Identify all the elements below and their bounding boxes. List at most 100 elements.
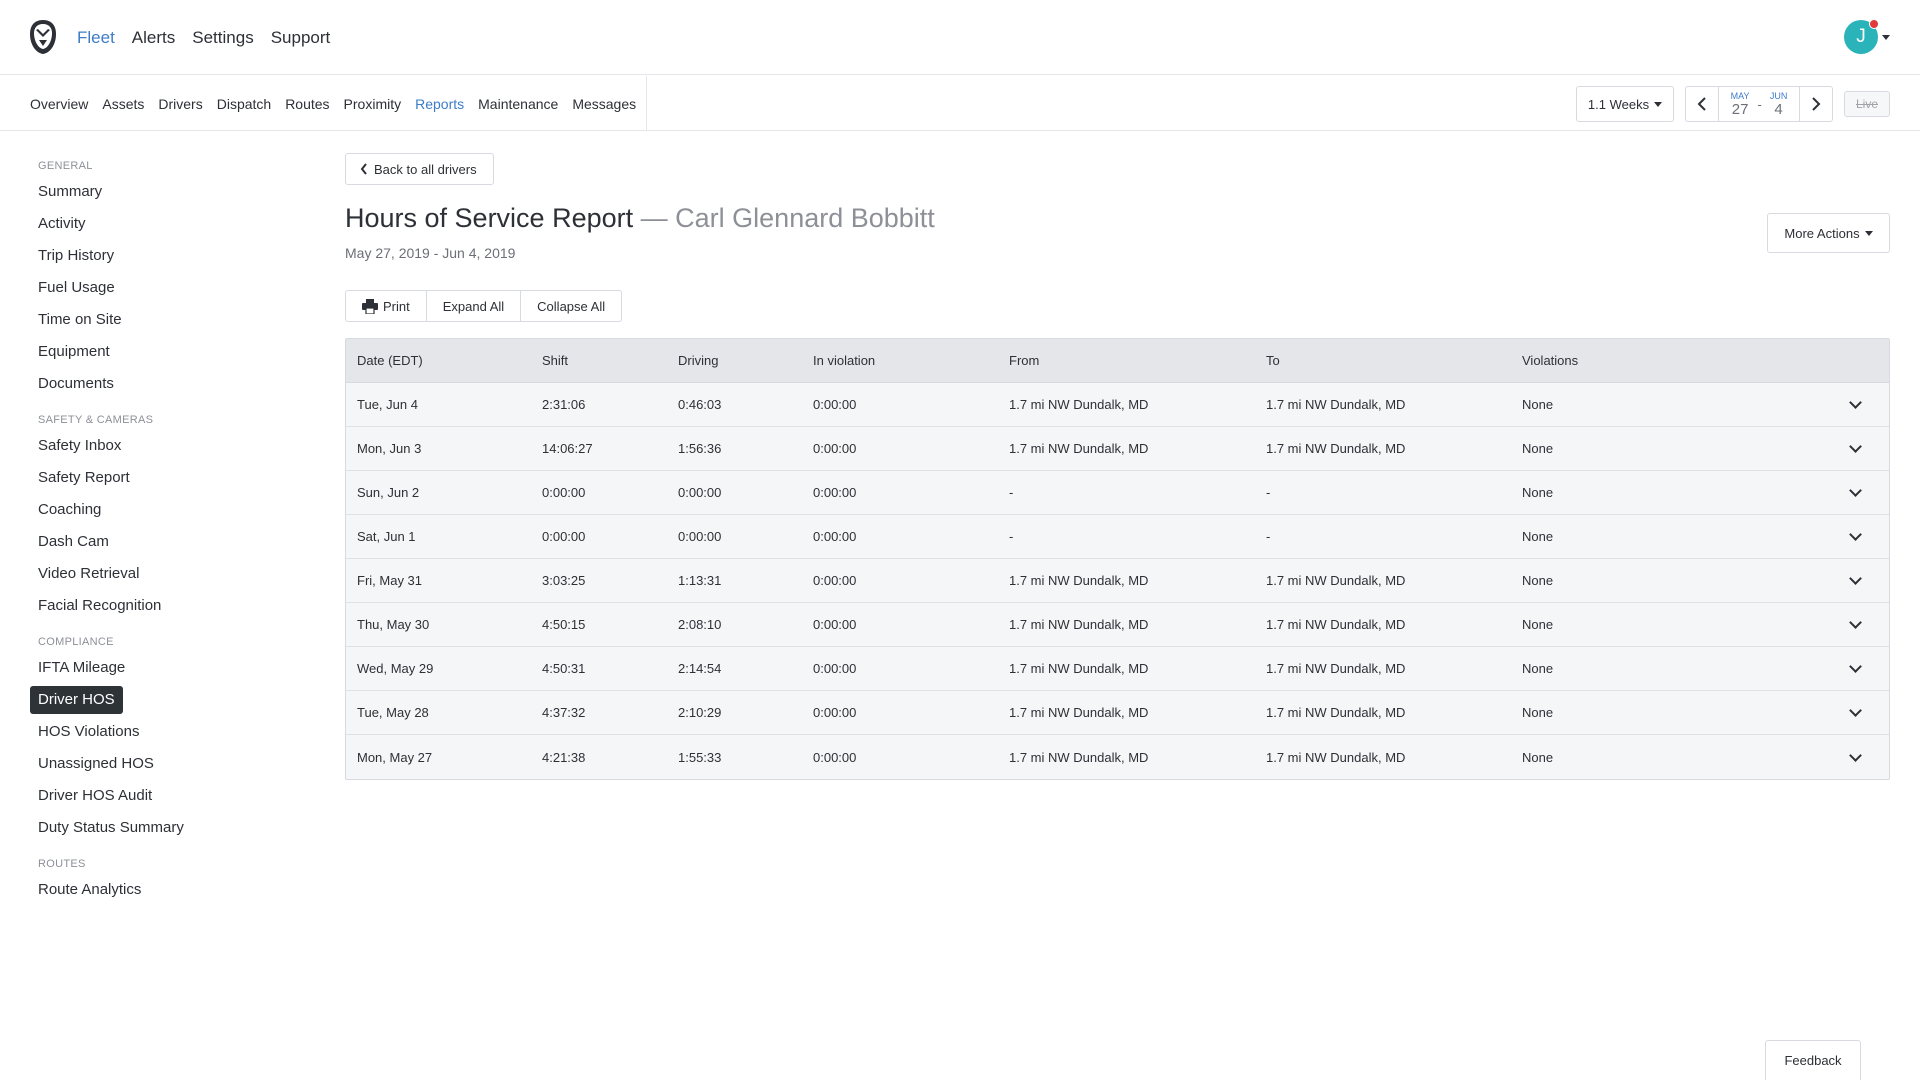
sidebar-item-summary[interactable]: Summary	[30, 176, 290, 208]
sub-nav: Overview Assets Drivers Dispatch Routes …	[0, 76, 1920, 131]
range-dropdown[interactable]: 1.1 Weeks	[1576, 86, 1674, 122]
subnav-assets[interactable]: Assets	[102, 96, 144, 112]
expand-row-button[interactable]	[1822, 484, 1888, 497]
sidebar-item-safety-inbox[interactable]: Safety Inbox	[30, 430, 290, 462]
expand-row-button[interactable]	[1822, 704, 1888, 717]
subnav-proximity[interactable]: Proximity	[344, 96, 402, 112]
cell-from: 1.7 mi NW Dundalk, MD	[1009, 661, 1149, 676]
cell-violations: None	[1522, 441, 1554, 456]
topnav-support[interactable]: Support	[271, 28, 331, 48]
header-driving[interactable]: Driving	[678, 353, 813, 368]
expand-row-button[interactable]	[1822, 748, 1888, 762]
sidebar-item-activity[interactable]: Activity	[30, 208, 290, 240]
table-row[interactable]: Sun, Jun 2 0:00:00 0:00:00 0:00:00 - - N…	[346, 471, 1889, 515]
sidebar-item-dash-cam[interactable]: Dash Cam	[30, 526, 290, 558]
expand-row-button[interactable]	[1822, 660, 1888, 673]
print-button[interactable]: Print	[345, 290, 427, 322]
cell-date: Mon, Jun 3	[357, 441, 422, 456]
sidebar-item-hos-violations[interactable]: HOS Violations	[30, 716, 290, 748]
expand-row-button[interactable]	[1822, 396, 1888, 409]
cell-date: Sun, Jun 2	[357, 485, 420, 500]
avatar[interactable]: J	[1844, 19, 1879, 54]
header-date[interactable]: Date (EDT)	[346, 353, 542, 368]
subnav-messages[interactable]: Messages	[572, 96, 636, 112]
sidebar-item-time-on-site[interactable]: Time on Site	[30, 304, 290, 336]
sidebar-item-safety-report[interactable]: Safety Report	[30, 462, 290, 494]
header-to[interactable]: To	[1266, 353, 1522, 368]
report-actions: Print Expand All Collapse All	[345, 290, 623, 322]
report-title: Hours of Service Report	[345, 203, 634, 233]
section-safety: SAFETY & CAMERAS	[38, 414, 154, 426]
sidebar-item-trip-history[interactable]: Trip History	[30, 240, 290, 272]
sidebar-item-driver-hos-audit[interactable]: Driver HOS Audit	[30, 780, 290, 812]
sidebar-item-route-analytics[interactable]: Route Analytics	[30, 874, 290, 906]
cell-driving: 1:55:33	[678, 749, 722, 765]
next-range-button[interactable]	[1799, 87, 1832, 121]
subnav-reports[interactable]: Reports	[415, 96, 464, 112]
sidebar-item-equipment[interactable]: Equipment	[30, 336, 290, 368]
sidebar-item-duty-status-summary[interactable]: Duty Status Summary	[30, 812, 290, 844]
chevron-left-icon	[360, 163, 367, 175]
cell-shift: 4:50:31	[542, 661, 586, 676]
sidebar-item-documents[interactable]: Documents	[30, 368, 290, 400]
more-actions-button[interactable]: More Actions	[1767, 213, 1890, 253]
back-to-drivers-button[interactable]: Back to all drivers	[345, 153, 494, 185]
date-display[interactable]: MAY 27 - JUN 4	[1719, 87, 1799, 121]
cell-driving: 2:08:10	[678, 617, 722, 632]
start-month: MAY	[1730, 90, 1750, 101]
topnav-alerts[interactable]: Alerts	[132, 28, 175, 48]
user-menu[interactable]: J	[1844, 19, 1890, 54]
table-row[interactable]: Tue, Jun 4 2:31:06 0:46:03 0:00:00 1.7 m…	[346, 383, 1889, 427]
live-button[interactable]: Live	[1844, 91, 1890, 117]
table-row[interactable]: Thu, May 30 4:50:15 2:08:10 0:00:00 1.7 …	[346, 603, 1889, 647]
subnav-drivers[interactable]: Drivers	[158, 96, 202, 112]
topnav-settings[interactable]: Settings	[192, 28, 253, 48]
expand-row-button[interactable]	[1822, 572, 1888, 585]
header-shift[interactable]: Shift	[542, 353, 678, 368]
sidebar-item-driver-hos[interactable]: Driver HOS	[30, 686, 123, 714]
feedback-button[interactable]: Feedback	[1765, 1040, 1861, 1080]
avatar-initial: J	[1856, 26, 1866, 47]
table-row[interactable]: Tue, May 28 4:37:32 2:10:29 0:00:00 1.7 …	[346, 691, 1889, 735]
sidebar-item-video-retrieval[interactable]: Video Retrieval	[30, 558, 290, 590]
end-month: JUN	[1769, 90, 1788, 101]
sidebar-item-ifta-mileage[interactable]: IFTA Mileage	[30, 652, 290, 684]
table-row[interactable]: Sat, Jun 1 0:00:00 0:00:00 0:00:00 - - N…	[346, 515, 1889, 559]
collapse-all-button[interactable]: Collapse All	[520, 290, 623, 322]
table-row[interactable]: Wed, May 29 4:50:31 2:14:54 0:00:00 1.7 …	[346, 647, 1889, 691]
subnav-dispatch[interactable]: Dispatch	[217, 96, 271, 112]
cell-from: 1.7 mi NW Dundalk, MD	[1009, 397, 1149, 412]
subnav-overview[interactable]: Overview	[30, 96, 88, 112]
cell-from: 1.7 mi NW Dundalk, MD	[1009, 705, 1149, 720]
cell-driving: 2:10:29	[678, 705, 722, 720]
cell-date: Tue, Jun 4	[357, 397, 418, 412]
subnav-maintenance[interactable]: Maintenance	[478, 96, 558, 112]
cell-from: -	[1009, 529, 1014, 544]
table-row[interactable]: Mon, Jun 3 14:06:27 1:56:36 0:00:00 1.7 …	[346, 427, 1889, 471]
sidebar-item-unassigned-hos[interactable]: Unassigned HOS	[30, 748, 290, 780]
sidebar-item-facial-recognition[interactable]: Facial Recognition	[30, 590, 290, 622]
expand-all-button[interactable]: Expand All	[425, 290, 522, 322]
prev-range-button[interactable]	[1686, 87, 1719, 121]
header-from[interactable]: From	[1009, 353, 1266, 368]
chevron-left-icon	[1697, 97, 1706, 111]
table-row[interactable]: Mon, May 27 4:21:38 1:55:33 0:00:00 1.7 …	[346, 735, 1889, 779]
expand-row-button[interactable]	[1822, 528, 1888, 541]
sidebar-item-coaching[interactable]: Coaching	[30, 494, 290, 526]
expand-row-button[interactable]	[1822, 440, 1888, 453]
cell-date: Fri, May 31	[357, 573, 423, 588]
cell-driving: 0:00:00	[678, 485, 722, 500]
expand-row-button[interactable]	[1822, 616, 1888, 629]
header-violations[interactable]: Violations	[1522, 353, 1822, 368]
topnav-fleet[interactable]: Fleet	[77, 28, 115, 48]
table-row[interactable]: Fri, May 31 3:03:25 1:13:31 0:00:00 1.7 …	[346, 559, 1889, 603]
chevron-down-icon	[1848, 440, 1862, 453]
sidebar-item-fuel-usage[interactable]: Fuel Usage	[30, 272, 290, 304]
header-in-violation[interactable]: In violation	[813, 353, 1009, 368]
subnav-routes[interactable]: Routes	[285, 96, 329, 112]
cell-from: 1.7 mi NW Dundalk, MD	[1009, 617, 1149, 632]
report-date-range: May 27, 2019 - Jun 4, 2019	[345, 245, 516, 261]
owl-logo-icon[interactable]	[28, 18, 58, 56]
cell-shift: 14:06:27	[542, 441, 593, 456]
range-label: 1.1 Weeks	[1587, 96, 1650, 112]
